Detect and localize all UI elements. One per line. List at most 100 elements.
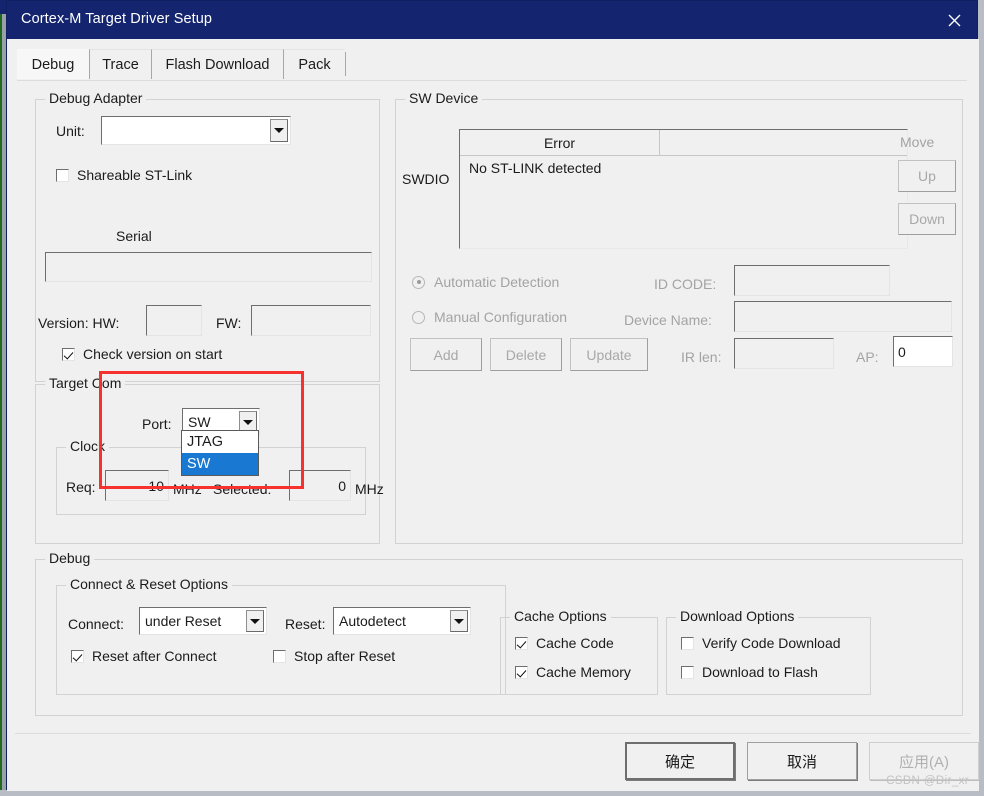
connect-reset-options-legend: Connect & Reset Options <box>66 576 232 592</box>
stop-after-reset-row[interactable]: Stop after Reset <box>273 648 395 664</box>
reset-combo-dropdown-button[interactable] <box>450 610 468 632</box>
cache-memory-row[interactable]: Cache Memory <box>515 664 631 680</box>
debug-adapter-group: Debug Adapter Unit: Shareable ST-Link Se… <box>35 90 380 382</box>
download-options-group: Download Options Verify Code Download Do… <box>666 608 871 695</box>
tab-debug-label: Debug <box>31 56 75 73</box>
connect-combo-value: under Reset <box>145 613 222 629</box>
version-hw-label: Version: HW: <box>38 315 120 331</box>
automatic-detection-radio[interactable] <box>412 275 425 289</box>
update-button[interactable]: Update <box>570 338 648 371</box>
move-up-button[interactable]: Up <box>898 160 956 192</box>
selected-unit-label: MHz <box>355 481 384 497</box>
tab-underline <box>17 80 967 81</box>
verify-code-download-row[interactable]: Verify Code Download <box>681 635 841 651</box>
manual-configuration-label: Manual Configuration <box>434 309 568 325</box>
tab-flash-download[interactable]: Flash Download <box>151 49 283 79</box>
title-bar: Cortex-M Target Driver Setup <box>7 1 977 39</box>
column-header-blank[interactable] <box>660 130 907 156</box>
add-button[interactable]: Add <box>410 338 482 371</box>
reset-combo-value: Autodetect <box>339 613 406 629</box>
ir-len-field <box>734 338 834 369</box>
ap-field[interactable]: 0 <box>893 336 953 367</box>
reset-combo[interactable]: Autodetect <box>333 607 471 635</box>
reset-after-connect-checkbox[interactable] <box>71 649 84 663</box>
manual-configuration-radio[interactable] <box>412 310 425 324</box>
tab-strip: Debug Trace Flash Download Pack <box>17 49 967 81</box>
tab-pack[interactable]: Pack <box>283 49 345 79</box>
fw-version-field[interactable] <box>251 305 371 336</box>
dialog-footer: 确定 取消 应用(A) CSDN @Dir_xr <box>7 733 979 791</box>
close-icon[interactable] <box>931 1 977 39</box>
move-label: Move <box>900 134 935 150</box>
check-version-on-start-row[interactable]: Check version on start <box>62 346 222 362</box>
chevron-down-icon <box>454 618 464 624</box>
shareable-stlink-label: Shareable ST-Link <box>77 167 193 183</box>
window-title: Cortex-M Target Driver Setup <box>21 11 213 27</box>
move-down-button[interactable]: Down <box>898 203 956 235</box>
sw-device-group: SW Device SWDIO Error No ST-LINK detecte… <box>395 90 963 544</box>
tab-trace-label: Trace <box>102 56 139 73</box>
port-option-sw[interactable]: SW <box>182 453 258 475</box>
download-to-flash-label: Download to Flash <box>702 664 818 680</box>
sw-device-list[interactable]: Error No ST-LINK detected <box>459 129 908 249</box>
clock-legend: Clock <box>66 438 110 454</box>
shareable-stlink-checkbox-row[interactable]: Shareable ST-Link <box>56 167 192 183</box>
serial-field[interactable] <box>45 252 372 282</box>
req-label: Req: <box>66 479 96 495</box>
cache-code-row[interactable]: Cache Code <box>515 635 614 651</box>
req-clock-field[interactable]: 10 <box>105 470 169 501</box>
connect-label: Connect: <box>68 616 125 632</box>
debug-options-group: Debug Connect & Reset Options Connect: u… <box>35 550 963 716</box>
column-header-error[interactable]: Error <box>460 130 660 156</box>
reset-after-connect-row[interactable]: Reset after Connect <box>71 648 217 664</box>
port-option-jtag[interactable]: JTAG <box>182 431 258 453</box>
download-to-flash-row[interactable]: Download to Flash <box>681 664 818 680</box>
tab-trace[interactable]: Trace <box>89 49 151 79</box>
automatic-detection-label: Automatic Detection <box>434 274 560 290</box>
tab-pack-label: Pack <box>298 56 331 73</box>
sw-device-legend: SW Device <box>405 90 483 106</box>
id-code-field <box>734 265 890 296</box>
connect-reset-options-group: Connect & Reset Options Connect: under R… <box>56 576 506 695</box>
hw-version-field[interactable] <box>146 305 202 336</box>
cancel-button[interactable]: 取消 <box>747 742 857 780</box>
tab-debug[interactable]: Debug <box>17 49 89 79</box>
shareable-stlink-checkbox[interactable] <box>56 168 69 182</box>
cache-code-checkbox[interactable] <box>515 636 528 650</box>
port-combo-value: SW <box>188 414 211 430</box>
req-unit-label: MHz <box>173 481 202 497</box>
automatic-detection-radio-row[interactable]: Automatic Detection <box>412 274 559 290</box>
check-version-on-start-checkbox[interactable] <box>62 347 75 361</box>
port-dropdown-popup[interactable]: JTAG SW <box>181 430 259 476</box>
swdio-label: SWDIO <box>402 171 450 187</box>
debug-adapter-legend: Debug Adapter <box>45 90 147 106</box>
stop-after-reset-checkbox[interactable] <box>273 649 286 663</box>
reset-after-connect-label: Reset after Connect <box>92 648 217 664</box>
table-row[interactable]: No ST-LINK detected <box>460 156 907 180</box>
chevron-down-icon <box>274 128 284 133</box>
manual-configuration-radio-row[interactable]: Manual Configuration <box>412 309 567 325</box>
cache-memory-checkbox[interactable] <box>515 665 528 679</box>
fw-label: FW: <box>216 315 242 331</box>
tab-flash-download-label: Flash Download <box>165 56 270 73</box>
apply-button-label: 应用(A) <box>899 753 949 771</box>
ok-button[interactable]: 确定 <box>625 742 735 780</box>
ap-value: 0 <box>898 343 906 360</box>
chevron-down-icon <box>250 618 260 624</box>
delete-button[interactable]: Delete <box>490 338 562 371</box>
download-to-flash-checkbox[interactable] <box>681 665 694 679</box>
cancel-button-label: 取消 <box>786 753 817 771</box>
tab-strip-end-divider <box>345 52 346 76</box>
ap-label: AP: <box>856 349 879 365</box>
ir-len-label: IR len: <box>681 349 722 365</box>
unit-combo-dropdown-button[interactable] <box>270 119 288 142</box>
cache-code-label: Cache Code <box>536 635 614 651</box>
debug-options-legend: Debug <box>45 550 95 566</box>
sw-device-list-header: Error <box>460 130 907 156</box>
connect-combo-dropdown-button[interactable] <box>246 610 264 632</box>
unit-combo[interactable] <box>101 116 291 145</box>
sw-device-error-cell: No ST-LINK detected <box>469 160 602 176</box>
connect-combo[interactable]: under Reset <box>139 607 267 635</box>
verify-code-download-checkbox[interactable] <box>681 636 694 650</box>
chevron-down-icon <box>243 419 253 425</box>
